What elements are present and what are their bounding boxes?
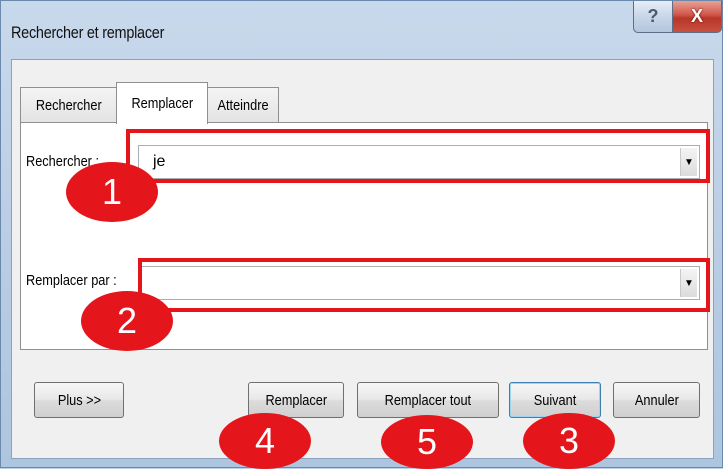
marker-2: 2 (81, 291, 173, 351)
help-button[interactable]: ? (633, 1, 673, 33)
marker-5: 5 (381, 415, 473, 469)
dialog-body: Rechercher Remplacer Atteindre Recherche… (11, 59, 714, 459)
replace-all-button-label: Remplacer tout (384, 391, 472, 409)
title-bar: Rechercher et remplacer ? X (1, 1, 723, 59)
close-button[interactable]: X (672, 1, 722, 33)
find-combo[interactable]: je ▼ (138, 145, 700, 179)
tab-rechercher[interactable]: Rechercher (20, 87, 117, 123)
cancel-button-label: Annuler (634, 391, 679, 409)
replace-all-button[interactable]: Remplacer tout (357, 382, 499, 418)
find-dropdown-icon[interactable]: ▼ (680, 148, 697, 176)
replace-dropdown-icon[interactable]: ▼ (680, 269, 697, 297)
replace-combo[interactable]: ▼ (138, 266, 700, 300)
window-title: Rechercher et remplacer (11, 23, 165, 42)
more-button[interactable]: Plus >> (34, 382, 124, 418)
tab-remplacer-label: Remplacer (131, 95, 193, 112)
tab-atteindre-label: Atteindre (217, 97, 269, 114)
next-button[interactable]: Suivant (509, 382, 601, 418)
tab-atteindre[interactable]: Atteindre (207, 87, 279, 123)
replace-label: Remplacer par : (26, 272, 117, 289)
find-input[interactable]: je (153, 153, 165, 171)
replace-button-label: Remplacer (265, 391, 327, 409)
marker-3: 3 (523, 413, 615, 469)
cancel-button[interactable]: Annuler (613, 382, 700, 418)
more-button-label: Plus >> (57, 391, 101, 409)
find-replace-dialog: Rechercher et remplacer ? X Rechercher R… (0, 0, 723, 469)
next-button-label: Suivant (533, 391, 577, 409)
marker-4: 4 (219, 413, 311, 469)
tab-rechercher-label: Rechercher (35, 97, 102, 114)
tab-remplacer[interactable]: Remplacer (116, 82, 208, 124)
marker-1: 1 (66, 162, 158, 222)
